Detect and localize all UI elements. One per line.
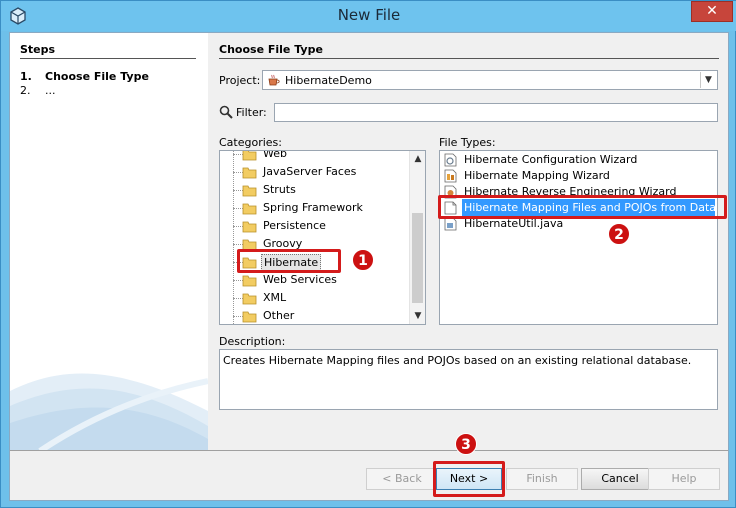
description-text: Creates Hibernate Mapping files and POJO… bbox=[219, 349, 718, 410]
tree-item-label: JavaServer Faces bbox=[263, 165, 357, 178]
chevron-down-icon[interactable]: ▼ bbox=[700, 72, 716, 88]
annotation-highlight-file-type bbox=[438, 195, 727, 219]
tree-item-spring-framework[interactable]: Spring Framework bbox=[220, 199, 410, 217]
list-item-label: Hibernate Configuration Wizard bbox=[464, 153, 638, 166]
dialog-content: Steps 1. Choose File Type 2.... Choose Fi… bbox=[9, 32, 729, 501]
filter-input[interactable] bbox=[274, 103, 718, 122]
list-item-label: Hibernate Mapping Wizard bbox=[464, 169, 610, 182]
tree-item-label: Persistence bbox=[263, 219, 326, 232]
scroll-thumb[interactable] bbox=[412, 213, 423, 303]
file-types-list[interactable]: Hibernate Configuration Wizard Hibernate… bbox=[439, 150, 718, 325]
tree-item-web-services[interactable]: Web Services bbox=[220, 271, 410, 289]
annotation-badge-2: 2 bbox=[608, 223, 630, 245]
back-button[interactable]: < Back bbox=[366, 468, 438, 490]
decorative-swoosh-graphic bbox=[10, 373, 208, 451]
section-heading: Choose File Type bbox=[219, 43, 323, 56]
java-coffee-cup-icon bbox=[268, 74, 280, 86]
annotation-badge-1: 1 bbox=[352, 249, 374, 271]
close-button[interactable]: ✕ bbox=[691, 1, 733, 22]
tree-item-label: Spring Framework bbox=[263, 201, 363, 214]
window-title: New File bbox=[337, 6, 401, 24]
tree-item-label: Other bbox=[263, 309, 295, 322]
annotation-highlight-hibernate bbox=[237, 249, 341, 273]
tree-item-label: Web bbox=[263, 150, 287, 160]
folder-icon bbox=[242, 167, 257, 179]
file-types-label: File Types: bbox=[439, 136, 496, 149]
tree-item-persistence[interactable]: Persistence bbox=[220, 217, 410, 235]
folder-icon bbox=[242, 311, 257, 323]
help-button[interactable]: Help bbox=[648, 468, 720, 490]
project-select[interactable]: HibernateDemo ▼ bbox=[262, 70, 718, 90]
tree-item-label: Struts bbox=[263, 183, 296, 196]
folder-icon bbox=[242, 203, 257, 215]
hibernate-mapping-icon bbox=[444, 169, 457, 183]
divider bbox=[20, 58, 196, 59]
scroll-up-arrow-icon[interactable]: ▲ bbox=[410, 151, 425, 167]
tree-item-label: XML bbox=[263, 291, 287, 304]
java-file-icon bbox=[444, 217, 457, 231]
folder-icon bbox=[242, 275, 257, 287]
description-label: Description: bbox=[219, 335, 286, 348]
tree-item-other[interactable]: Other bbox=[220, 307, 410, 324]
hibernate-config-icon bbox=[444, 153, 457, 167]
finish-button[interactable]: Finish bbox=[506, 468, 578, 490]
divider bbox=[219, 58, 719, 59]
tree-item-struts[interactable]: Struts bbox=[220, 181, 410, 199]
folder-icon bbox=[242, 185, 257, 197]
tree-item-label: Web Services bbox=[263, 273, 337, 286]
step-number: 2. bbox=[20, 84, 31, 97]
folder-icon bbox=[242, 151, 257, 161]
tree-item-xml[interactable]: XML bbox=[220, 289, 410, 307]
annotation-highlight-next bbox=[433, 461, 505, 497]
steps-panel: Steps 1. Choose File Type 2.... bbox=[10, 33, 208, 451]
project-label: Project: bbox=[219, 74, 261, 87]
step-number: 1. bbox=[20, 70, 32, 83]
step-label: ... bbox=[45, 84, 56, 97]
new-file-dialog: New File ✕ Steps 1. Choose File Type 2...… bbox=[0, 0, 736, 508]
title-bar[interactable]: New File ✕ bbox=[1, 1, 736, 31]
steps-heading: Steps bbox=[20, 43, 56, 56]
tree-item-javaserver-faces[interactable]: JavaServer Faces bbox=[220, 163, 410, 181]
step-item-2: 2.... bbox=[20, 84, 56, 97]
annotation-badge-3: 3 bbox=[455, 433, 477, 455]
folder-icon bbox=[242, 221, 257, 233]
categories-label: Categories: bbox=[219, 136, 282, 149]
categories-tree[interactable]: Web JavaServer Faces Struts Spring Frame… bbox=[219, 150, 426, 325]
project-value: HibernateDemo bbox=[285, 74, 372, 87]
divider bbox=[10, 450, 728, 451]
categories-scrollbar[interactable]: ▲ ▼ bbox=[409, 151, 425, 324]
tree-item-web[interactable]: Web bbox=[220, 150, 410, 163]
close-icon: ✕ bbox=[706, 3, 718, 19]
scroll-down-arrow-icon[interactable]: ▼ bbox=[410, 308, 425, 324]
step-label: Choose File Type bbox=[45, 70, 149, 83]
search-icon bbox=[219, 105, 233, 119]
filter-label: Filter: bbox=[236, 106, 267, 119]
step-item-1: 1. Choose File Type bbox=[20, 70, 149, 83]
folder-icon bbox=[242, 293, 257, 305]
